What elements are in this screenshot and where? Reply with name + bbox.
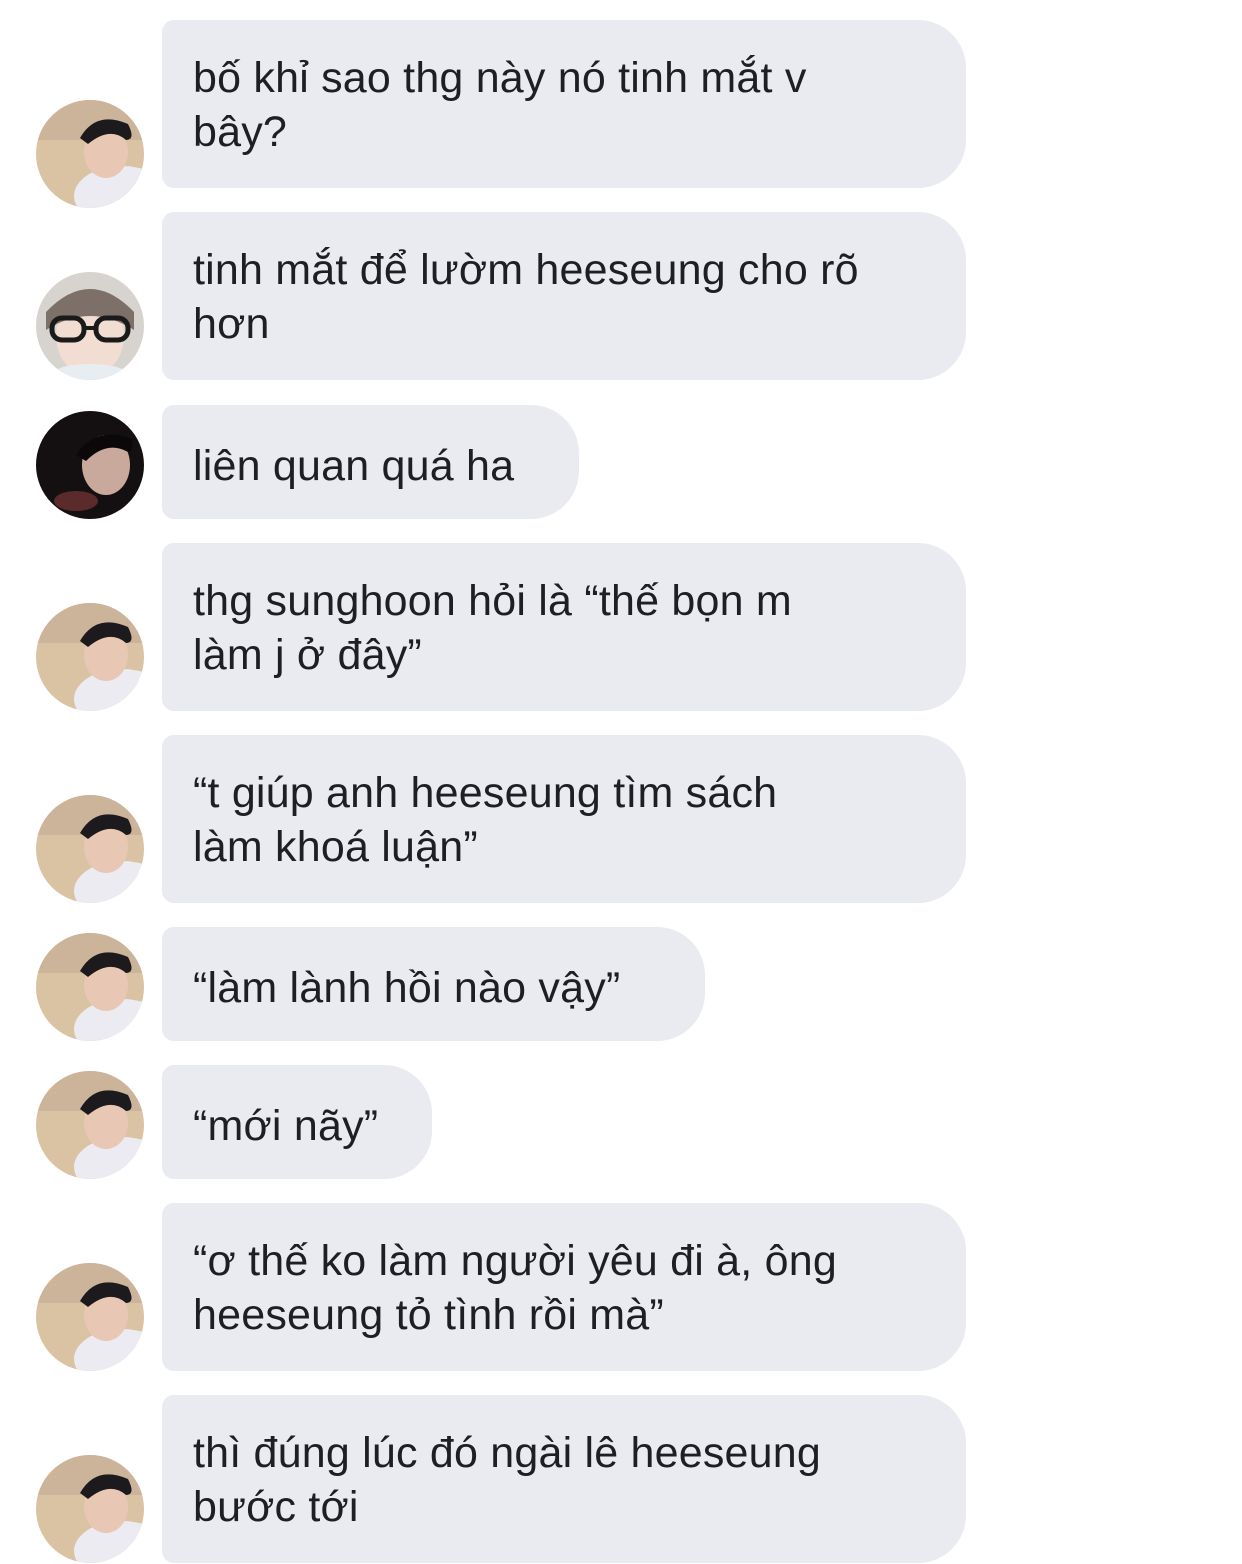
- message-bubble: liên quan quá ha: [162, 405, 579, 519]
- avatar-glasses-icon[interactable]: [36, 272, 144, 380]
- message-row: “mới nãy”: [0, 1065, 1242, 1180]
- avatar-beach-icon[interactable]: [36, 1263, 144, 1371]
- message-row: “ơ thế ko làm người yêu đi à, ông heeseu…: [0, 1203, 1242, 1373]
- message-row: thg sunghoon hỏi là “thế bọn m làm j ở đ…: [0, 543, 1242, 713]
- message-row: bố khỉ sao thg này nó tinh mắt v bây?: [0, 20, 1242, 208]
- message-bubble: “t giúp anh heeseung tìm sách làm khoá l…: [162, 735, 966, 903]
- message-row: “làm lành hồi nào vậy”: [0, 927, 1242, 1042]
- message-row: liên quan quá ha: [0, 405, 1242, 520]
- avatar-beach-icon[interactable]: [36, 100, 144, 208]
- avatar-beach-icon[interactable]: [36, 1071, 144, 1179]
- message-row: tinh mắt để lườm heeseung cho rõ hơn: [0, 212, 1242, 382]
- message-row: thì đúng lúc đó ngài lê heeseung bước tớ…: [0, 1395, 1242, 1564]
- message-bubble: bố khỉ sao thg này nó tinh mắt v bây?: [162, 20, 966, 188]
- avatar-beach-icon[interactable]: [36, 795, 144, 903]
- chat-thread: bố khỉ sao thg này nó tinh mắt v bây? ti…: [0, 0, 1242, 1564]
- message-bubble: “mới nãy”: [162, 1065, 432, 1179]
- avatar-beach-icon[interactable]: [36, 933, 144, 1041]
- message-bubble: “ơ thế ko làm người yêu đi à, ông heeseu…: [162, 1203, 966, 1371]
- message-bubble: thg sunghoon hỏi là “thế bọn m làm j ở đ…: [162, 543, 966, 711]
- avatar-beach-icon[interactable]: [36, 603, 144, 711]
- message-bubble: tinh mắt để lườm heeseung cho rõ hơn: [162, 212, 966, 380]
- message-row: “t giúp anh heeseung tìm sách làm khoá l…: [0, 735, 1242, 905]
- avatar-beach-icon[interactable]: [36, 1455, 144, 1563]
- message-bubble: “làm lành hồi nào vậy”: [162, 927, 705, 1041]
- avatar-dark-icon[interactable]: [36, 411, 144, 519]
- message-bubble: thì đúng lúc đó ngài lê heeseung bước tớ…: [162, 1395, 966, 1563]
